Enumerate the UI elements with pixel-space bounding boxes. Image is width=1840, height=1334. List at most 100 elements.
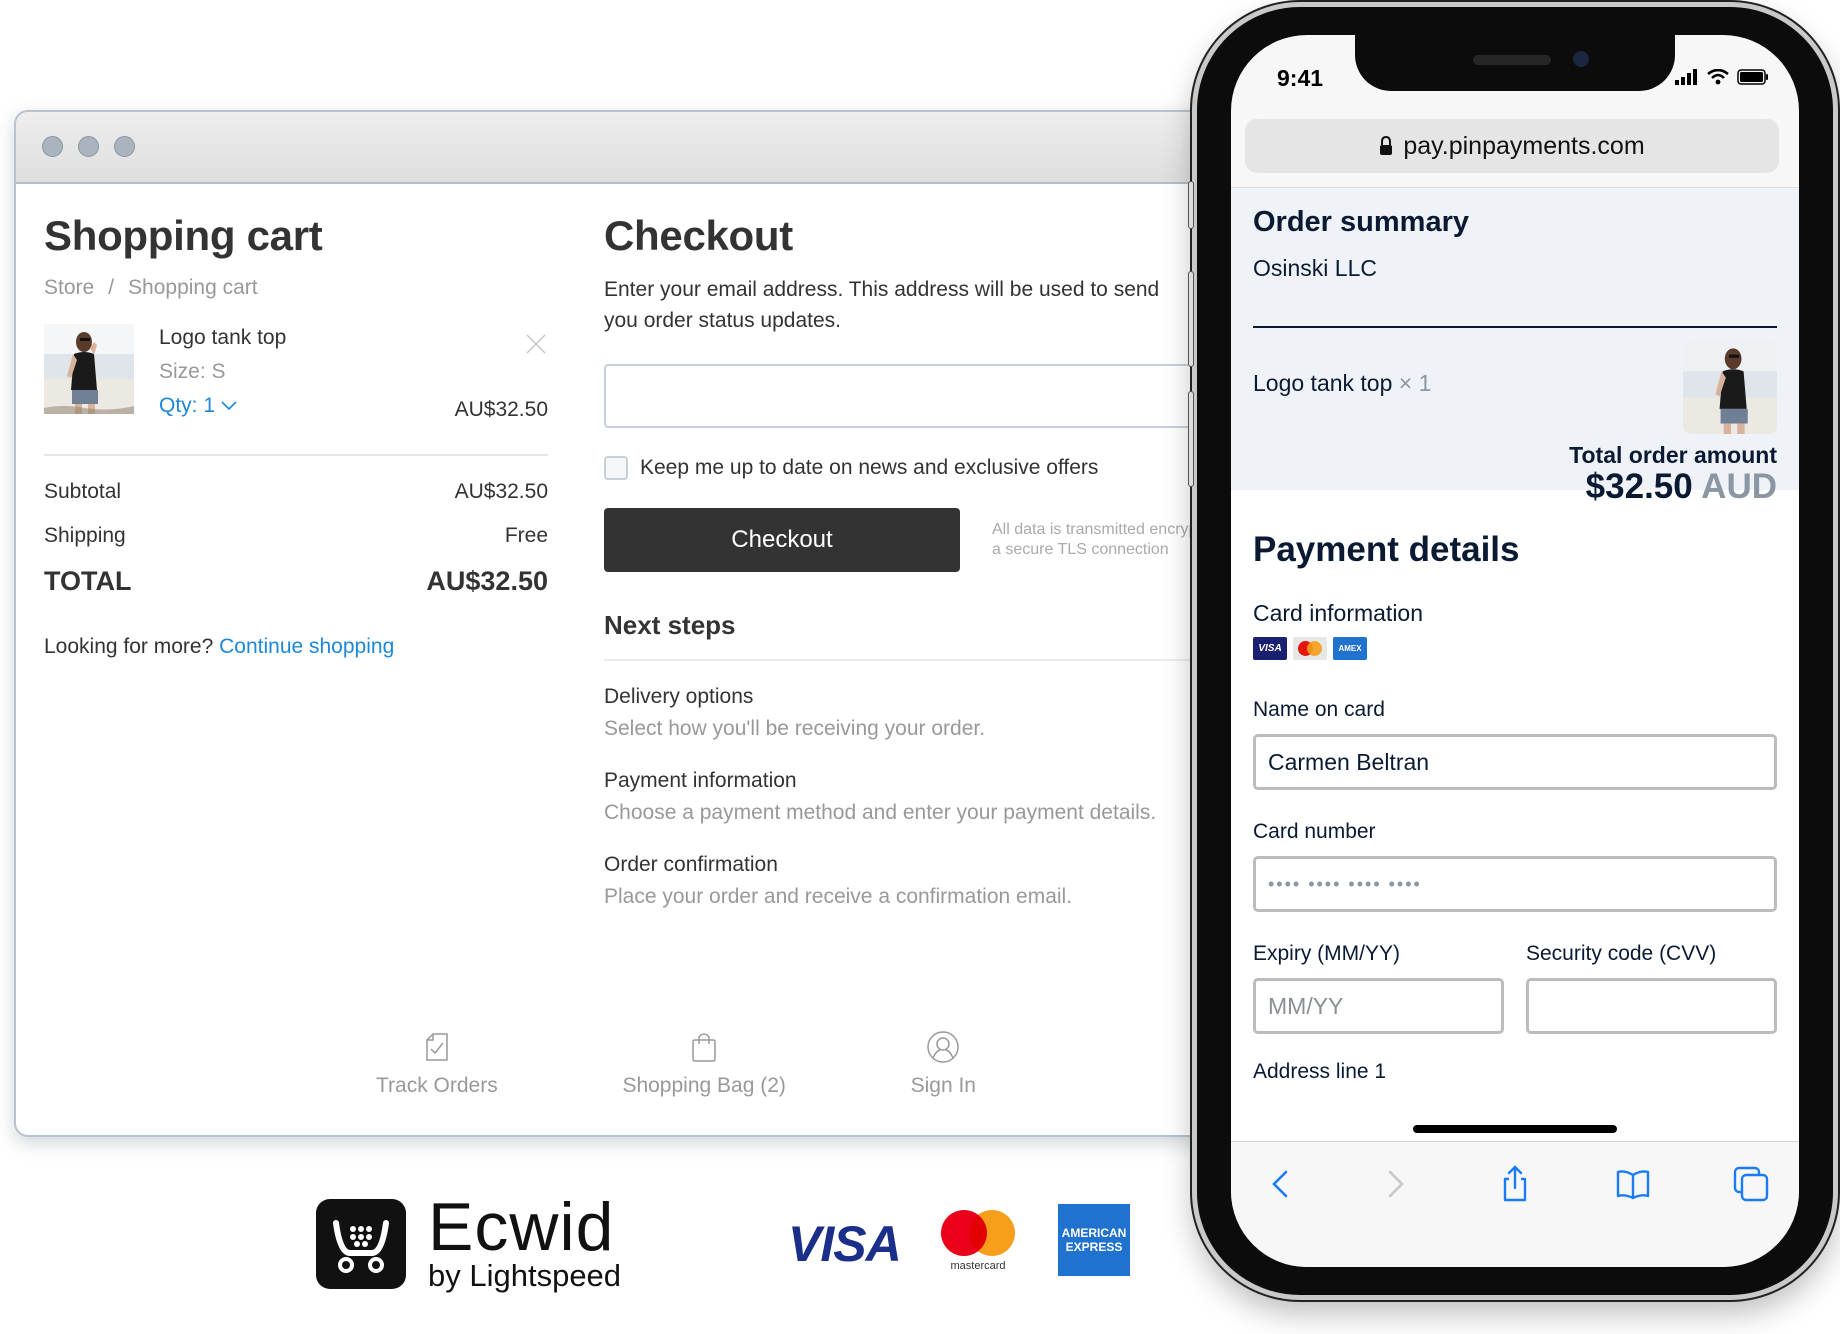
order-total-currency: AUD <box>1701 467 1777 506</box>
card-number-field: Card number •••• •••• •••• •••• <box>1253 820 1777 912</box>
amex-logo: AMERICAN EXPRESS <box>1058 1204 1130 1276</box>
remove-item-icon[interactable] <box>524 332 548 356</box>
continue-shopping-link[interactable]: Continue shopping <box>219 635 394 658</box>
continue-shopping-row: Looking for more? Continue shopping <box>44 635 548 659</box>
newsletter-option[interactable]: Keep me up to date on news and exclusive… <box>604 456 1242 480</box>
step-order-confirmation: Order confirmation Place your order and … <box>604 853 1242 909</box>
breadcrumb: Store / Shopping cart <box>44 276 548 300</box>
mastercard-wordmark: mastercard <box>950 1260 1006 1272</box>
merchant-name: Osinski LLC <box>1253 255 1377 281</box>
step-payment-information: Payment information Choose a payment met… <box>604 769 1242 825</box>
sign-in-link[interactable]: Sign In <box>911 1030 976 1098</box>
shipping-value: Free <box>504 524 548 547</box>
track-orders-icon <box>426 1033 448 1061</box>
newsletter-label: Keep me up to date on news and exclusive… <box>640 456 1099 479</box>
step-title: Payment information <box>604 769 797 792</box>
cellular-signal-icon <box>1675 69 1697 85</box>
share-icon[interactable] <box>1495 1164 1535 1204</box>
ecwid-wordmark: Ecwid by Lightspeed <box>428 1189 622 1293</box>
address-line-1-label: Address line 1 <box>1253 1060 1387 1083</box>
maximize-window-button[interactable] <box>114 136 135 157</box>
battery-icon <box>1737 69 1768 85</box>
breadcrumb-store[interactable]: Store <box>44 276 94 299</box>
name-on-card-label: Name on card <box>1253 698 1385 721</box>
safari-toolbar <box>1231 1141 1799 1267</box>
payment-details: Payment details Card information VISA AM… <box>1231 490 1799 1084</box>
tabs-icon[interactable] <box>1731 1164 1771 1204</box>
cart-title: Shopping cart <box>44 212 323 259</box>
total-label: TOTAL <box>44 566 132 596</box>
cart-item-info: Logo tank top Size: S Qty: 1 <box>159 324 286 418</box>
summary-item-name: Logo tank top × 1 <box>1253 370 1431 397</box>
visa-card-icon: VISA <box>1253 637 1287 660</box>
checkout-panel: Checkout Enter your email address. This … <box>604 212 1242 909</box>
product-name[interactable]: Logo tank top <box>159 326 286 350</box>
card-number-label: Card number <box>1253 820 1376 843</box>
cart-divider <box>44 454 548 456</box>
ecwid-name: Ecwid <box>428 1189 615 1265</box>
next-steps-title: Next steps <box>604 610 736 640</box>
subtotal-label: Subtotal <box>44 480 122 503</box>
product-thumbnail[interactable] <box>44 324 134 414</box>
cart-item: Logo tank top Size: S Qty: 1 AU$32.50 <box>44 324 548 421</box>
expiry-label: Expiry (MM/YY) <box>1253 942 1400 965</box>
chevron-down-icon <box>221 401 237 411</box>
more-prompt: Looking for more? <box>44 635 214 658</box>
url-text: pay.pinpayments.com <box>1403 131 1645 160</box>
mastercard-orange-circle <box>969 1210 1015 1256</box>
ecwid-tagline: by Lightspeed <box>428 1258 622 1293</box>
lock-icon <box>1380 136 1393 155</box>
wifi-icon <box>1707 69 1729 85</box>
name-on-card-field: Name on card Carmen Beltran <box>1253 698 1777 790</box>
bookmarks-icon[interactable] <box>1613 1164 1653 1204</box>
shopping-bag-label: Shopping Bag (2) <box>622 1074 786 1097</box>
accepted-cards: VISA AMEX <box>1253 637 1777 660</box>
shipping-label: Shipping <box>44 524 126 547</box>
step-description: Select how you'll be receiving your orde… <box>604 717 986 740</box>
checkout-action-row: Checkout All data is transmitted encrypt… <box>604 508 1242 572</box>
volume-up-button <box>1188 271 1194 367</box>
back-icon[interactable] <box>1261 1164 1301 1204</box>
payment-details-title: Payment details <box>1253 530 1520 569</box>
newsletter-checkbox[interactable] <box>604 456 628 480</box>
status-time: 9:41 <box>1277 65 1324 91</box>
close-window-button[interactable] <box>42 136 63 157</box>
card-number-input[interactable]: •••• •••• •••• •••• <box>1253 856 1777 912</box>
iphone-frame: 9:41 pay.pinpayments.com Order summary O… <box>1188 2 1838 1300</box>
step-title: Order confirmation <box>604 853 778 876</box>
shopping-bag-link[interactable]: Shopping Bag (2) <box>622 1030 786 1098</box>
product-price: AU$32.50 <box>454 398 548 421</box>
user-icon <box>927 1031 960 1063</box>
front-camera <box>1573 51 1589 67</box>
status-icons <box>1675 69 1769 85</box>
summary-product-thumbnail <box>1683 340 1777 434</box>
store-footer-nav: Track Orders Shopping Bag (2) Sign In <box>376 1030 976 1098</box>
summary-item-title: Logo tank top <box>1253 370 1393 396</box>
subtotal-value: AU$32.50 <box>454 480 548 503</box>
order-total-value: $32.50 <box>1585 467 1693 506</box>
amex-card-icon: AMEX <box>1333 637 1367 660</box>
cvv-input[interactable] <box>1526 978 1777 1034</box>
checkout-description: Enter your email address. This address w… <box>604 278 1160 332</box>
cvv-field: Security code (CVV) <box>1526 942 1777 1034</box>
total-value: AU$32.50 <box>426 566 548 596</box>
email-input[interactable] <box>604 364 1242 428</box>
address-bar[interactable]: pay.pinpayments.com <box>1245 119 1779 173</box>
shopping-bag-icon <box>692 1033 716 1062</box>
expiry-input[interactable]: MM/YY <box>1253 978 1504 1034</box>
subtotal-row: Subtotal AU$32.50 <box>44 480 548 504</box>
forward-icon[interactable] <box>1375 1164 1415 1204</box>
total-row: TOTAL AU$32.50 <box>44 566 548 597</box>
checkout-button[interactable]: Checkout <box>604 508 960 572</box>
speaker-grille <box>1473 55 1551 65</box>
mastercard-logo: mastercard <box>938 1210 1018 1280</box>
expiry-cvv-row: Expiry (MM/YY) MM/YY Security code (CVV) <box>1253 942 1777 1034</box>
track-orders-link[interactable]: Track Orders <box>376 1030 498 1098</box>
name-on-card-input[interactable]: Carmen Beltran <box>1253 734 1777 790</box>
minimize-window-button[interactable] <box>78 136 99 157</box>
step-title: Delivery options <box>604 685 754 708</box>
amex-line-1: AMERICAN <box>1061 1226 1127 1240</box>
quantity-selector[interactable]: Qty: 1 <box>159 394 237 418</box>
shopping-cart-panel: Shopping cart Store / Shopping cart Logo… <box>44 212 548 659</box>
home-indicator[interactable] <box>1413 1125 1617 1133</box>
